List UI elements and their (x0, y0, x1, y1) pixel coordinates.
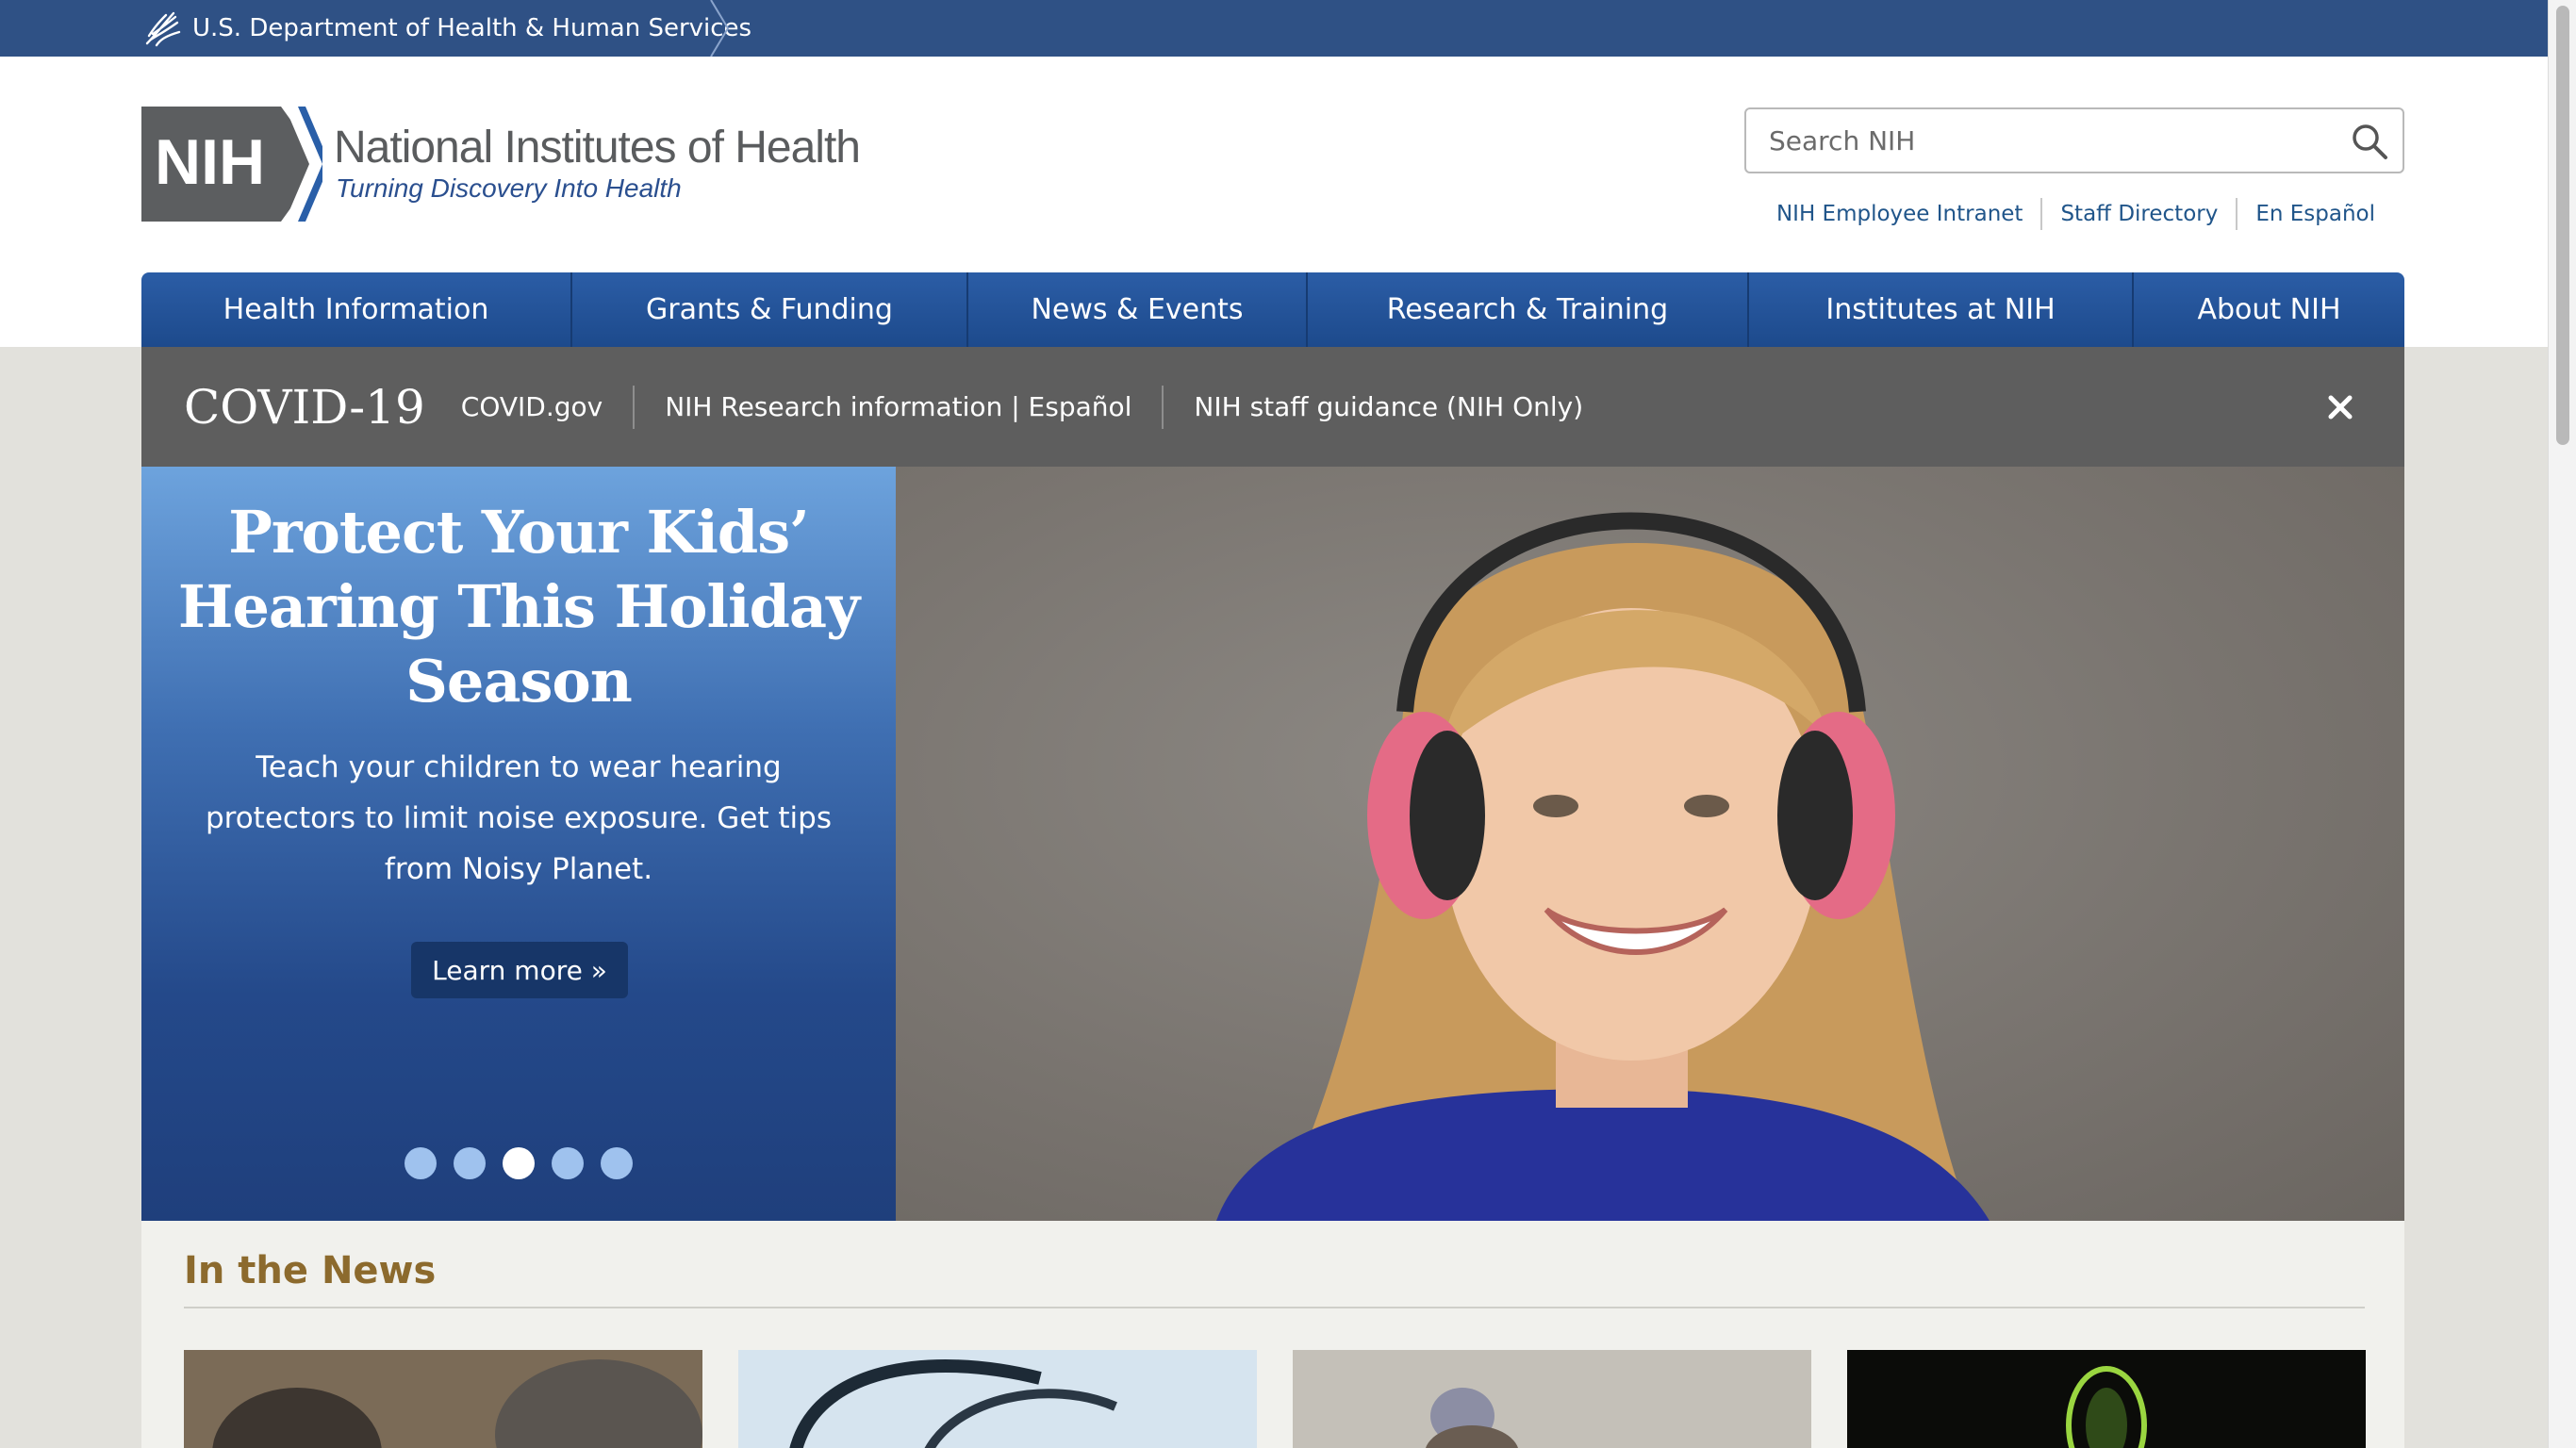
news-card-2[interactable] (738, 1350, 1257, 1448)
covid-close-button[interactable] (2321, 388, 2359, 426)
utility-links: NIH Employee Intranet Staff Directory En… (1759, 198, 2375, 230)
news-image-woman-outdoors (1293, 1350, 1811, 1448)
hero-description: Teach your children to wear hearing prot… (205, 750, 833, 886)
en-espanol-link[interactable]: En Español (2236, 198, 2375, 230)
news-heading: In the News (184, 1249, 437, 1292)
nav-grants-funding[interactable]: Grants & Funding (572, 272, 968, 347)
close-icon (2328, 395, 2353, 420)
news-image-microscopy (1847, 1350, 2366, 1448)
hhs-label: U.S. Department of Health & Human Servic… (192, 14, 752, 42)
hhs-eagle-icon (145, 11, 181, 47)
learn-more-button[interactable]: Learn more » (411, 942, 628, 998)
news-card-3[interactable] (1293, 1350, 1811, 1448)
hhs-top-bar: U.S. Department of Health & Human Servic… (0, 0, 2548, 57)
main-nav: Health Information Grants & Funding News… (141, 272, 2404, 347)
nih-staff-guidance-link[interactable]: NIH staff guidance (NIH Only) (1162, 385, 1613, 429)
logo-tagline: Turning Discovery Into Health (336, 173, 682, 203)
nav-about-nih[interactable]: About NIH (2134, 272, 2404, 347)
carousel-dot[interactable] (601, 1147, 633, 1179)
logo-title: National Institutes of Health (334, 123, 861, 173)
news-image-people (184, 1350, 702, 1448)
carousel-dot[interactable] (552, 1147, 584, 1179)
employee-intranet-link[interactable]: NIH Employee Intranet (1759, 198, 2041, 230)
hero-heading: Protect Your Kids’ Hearing This Holiday … (177, 498, 860, 716)
hero-image (896, 467, 2404, 1221)
search-box (1744, 107, 2404, 173)
logo-mark-text: NIH (155, 126, 265, 198)
staff-directory-link[interactable]: Staff Directory (2040, 198, 2236, 230)
hhs-chevron-icon (710, 0, 730, 57)
carousel-dot-active[interactable] (503, 1147, 535, 1179)
nih-research-info-link[interactable]: NIH Research information | Español (633, 385, 1162, 429)
covid-gov-link[interactable]: COVID.gov (444, 386, 633, 429)
news-card-4[interactable] (1847, 1350, 2366, 1448)
carousel-dot[interactable] (405, 1147, 437, 1179)
logo-text: National Institutes of Health Turning Di… (334, 123, 861, 205)
page-scrollbar[interactable] (2548, 0, 2576, 1448)
scrollbar-thumb[interactable] (2556, 6, 2569, 445)
news-image-stethoscope (738, 1350, 1257, 1448)
covid-title: COVID-19 (184, 379, 425, 435)
hhs-link[interactable]: U.S. Department of Health & Human Servic… (141, 0, 751, 57)
girl-with-headphones-image (1216, 512, 1990, 1221)
covid-banner: COVID-19 COVID.gov NIH Research informat… (141, 347, 2404, 467)
carousel-dots (405, 1147, 650, 1179)
nih-logo[interactable]: NIH National Institutes of Health Turnin… (141, 107, 861, 222)
search-input[interactable] (1746, 109, 2331, 172)
nih-logo-mark: NIH (141, 107, 322, 222)
search-button[interactable] (2350, 122, 2389, 161)
news-card-1[interactable] (184, 1350, 702, 1448)
nav-health-information[interactable]: Health Information (141, 272, 572, 347)
in-the-news-section: In the News (141, 1221, 2404, 1448)
nav-news-events[interactable]: News & Events (968, 272, 1308, 347)
nav-institutes-at-nih[interactable]: Institutes at NIH (1749, 272, 2134, 347)
nav-research-training[interactable]: Research & Training (1308, 272, 1749, 347)
search-icon (2353, 124, 2387, 159)
news-divider (184, 1307, 2365, 1308)
carousel-dot[interactable] (454, 1147, 486, 1179)
hero-text-panel: Protect Your Kids’ Hearing This Holiday … (141, 467, 896, 1221)
